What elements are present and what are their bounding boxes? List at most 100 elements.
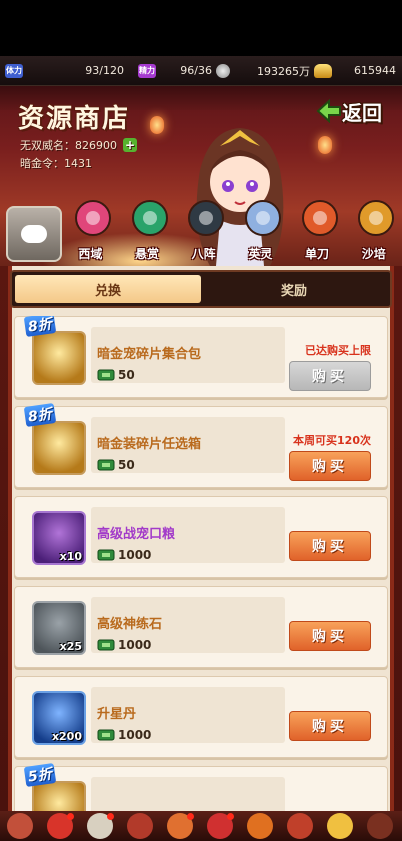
purchase-limit-note: 本周可买120次: [293, 434, 371, 447]
category-label: 英灵: [248, 247, 273, 261]
gold-ingot-icon: [314, 63, 332, 78]
chat-button[interactable]: [6, 206, 62, 262]
category-label: 西域: [78, 247, 103, 261]
category-label: 沙培: [361, 247, 386, 261]
item-quantity: x25: [59, 640, 82, 653]
price-value: 50: [118, 368, 135, 382]
category-label: 八阵: [191, 247, 216, 261]
shop-item: 5折: [14, 763, 388, 811]
shop-item: x10 高级战宠口粮 1000 购买: [14, 496, 388, 578]
item-name: 高级战宠口粮: [97, 527, 176, 542]
item-price: 50: [97, 458, 135, 472]
buy-button[interactable]: 购买: [289, 711, 371, 741]
gold-resource[interactable]: 615944: [332, 56, 402, 85]
nav-target-icon[interactable]: [160, 811, 200, 841]
nav-scroll-icon[interactable]: [40, 811, 80, 841]
price-value: 1000: [118, 638, 152, 652]
category-1[interactable]: 悬赏: [119, 191, 176, 266]
buy-button[interactable]: 购买: [289, 361, 371, 391]
nav-more-icon[interactable]: [360, 811, 400, 841]
category-3[interactable]: 英灵: [232, 191, 289, 266]
price-value: 1000: [118, 728, 152, 742]
category-0[interactable]: 西域: [62, 191, 119, 266]
token-label: 暗金令：: [20, 157, 64, 170]
token-icon: [97, 729, 115, 741]
purchase-limit-note: 已达购买上限: [305, 344, 371, 357]
single-blade-icon: [301, 200, 338, 236]
item-price: 1000: [97, 548, 151, 562]
gold-value: 615944: [354, 64, 396, 77]
back-button[interactable]: 返回: [316, 96, 392, 126]
fame-label: 无双威名：: [20, 139, 75, 152]
buy-button[interactable]: 购买: [289, 531, 371, 561]
nav-sword-icon[interactable]: [80, 811, 120, 841]
formation-icon: [188, 200, 225, 236]
nav-palace-icon[interactable]: [0, 811, 40, 841]
shop-item: x25 高级神练石 1000 购买: [14, 586, 388, 668]
item-icon[interactable]: x25: [32, 601, 86, 655]
back-arrow-icon: [316, 99, 341, 123]
currency-stats: 无双威名： 826900 + 暗金令： 1431: [20, 136, 137, 172]
item-icon[interactable]: [32, 331, 86, 385]
item-name: 暗金宠碎片集合包: [97, 347, 202, 362]
page-title: 资源商店: [18, 104, 131, 134]
shop-tabs: 兑换 奖励: [10, 270, 392, 308]
item-icon[interactable]: x10: [32, 511, 86, 565]
item-price: 50: [97, 368, 135, 382]
category-5[interactable]: 沙培: [345, 191, 402, 266]
token-icon: [97, 459, 115, 471]
lantern-icon: [150, 116, 164, 134]
silver-coin-icon: [216, 63, 230, 78]
item-price: 1000: [97, 638, 151, 652]
item-name: 暗金装碎片任选箱: [97, 437, 202, 452]
top-black-bar: [0, 0, 402, 56]
item-price: 1000: [97, 728, 151, 742]
price-value: 50: [118, 458, 135, 472]
fame-value: 826900: [75, 138, 117, 152]
buy-button[interactable]: 购买: [289, 621, 371, 651]
category-bar: 西域 悬赏 八阵 英灵 单刀 沙培: [62, 191, 402, 266]
token-icon: [97, 549, 115, 561]
stamina-value: 93/120: [85, 64, 124, 77]
nav-banner-icon[interactable]: [200, 811, 240, 841]
silver-resource[interactable]: 193265万: [230, 56, 332, 85]
item-icon[interactable]: [32, 781, 86, 811]
resource-bar: 体力 93/120 精力 96/36 193265万 615944: [0, 56, 402, 86]
item-icon[interactable]: x200: [32, 691, 86, 745]
tab-rewards[interactable]: 奖励: [201, 275, 387, 303]
nav-lion-icon[interactable]: [280, 811, 320, 841]
item-info-panel: [91, 777, 285, 811]
chat-icon: [21, 225, 47, 243]
energy-icon: 精力: [138, 63, 156, 78]
tab-exchange[interactable]: 兑换: [15, 275, 201, 303]
discount-badge: 8折: [23, 403, 56, 427]
item-name: 升星丹: [97, 707, 137, 722]
shop-content: 兑换 奖励 8折 暗金宠碎片集合包 50 已达购买上限 购买 8折 暗金装碎片任选箱 50 本周…: [0, 266, 402, 811]
stamina-resource[interactable]: 体力 93/120: [0, 56, 130, 85]
add-fame-button[interactable]: +: [123, 138, 137, 152]
item-quantity: x200: [51, 730, 82, 743]
category-label: 悬赏: [135, 247, 160, 261]
item-name: 高级神练石: [97, 617, 163, 632]
stamina-icon: 体力: [5, 63, 23, 78]
silver-value: 193265万: [257, 64, 310, 78]
shop-item: 8折暗金装碎片任选箱 50 本周可买120次购买: [14, 403, 388, 488]
buy-button[interactable]: 购买: [289, 451, 371, 481]
item-icon[interactable]: [32, 421, 86, 475]
item-list[interactable]: 8折 暗金宠碎片集合包 50 已达购买上限 购买 8折 暗金装碎片任选箱 50 本周可买120次…: [14, 316, 388, 811]
back-label: 返回: [342, 100, 382, 125]
shop-item: x200 升星丹 1000 购买: [14, 676, 388, 758]
category-label: 单刀: [305, 247, 330, 261]
energy-resource[interactable]: 精力 96/36: [130, 56, 230, 85]
bounty-icon: [131, 200, 168, 236]
category-4[interactable]: 单刀: [289, 191, 346, 266]
price-value: 1000: [118, 548, 152, 562]
discount-badge: 5折: [23, 763, 56, 787]
nav-blade-icon[interactable]: [120, 811, 160, 841]
nav-coins-icon[interactable]: [320, 811, 360, 841]
category-2[interactable]: 八阵: [175, 191, 232, 266]
energy-value: 96/36: [180, 64, 212, 77]
sand-icon: [358, 200, 395, 236]
lantern-icon: [318, 136, 332, 154]
nav-mask-icon[interactable]: [240, 811, 280, 841]
